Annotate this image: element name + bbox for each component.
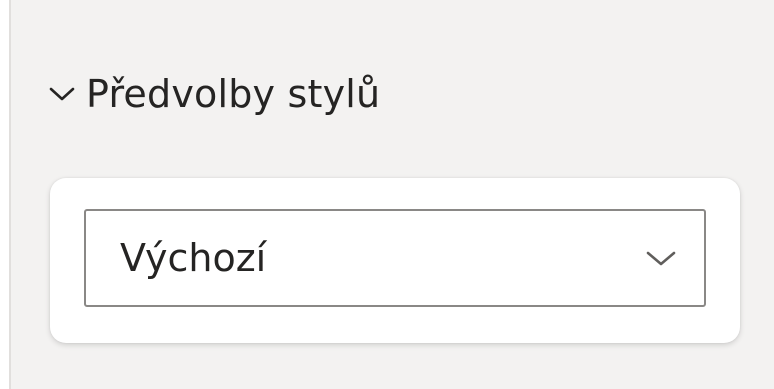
dropdown-selected-value: Výchozí bbox=[120, 236, 267, 280]
chevron-down-icon[interactable] bbox=[48, 84, 76, 104]
chevron-down-icon[interactable] bbox=[644, 247, 678, 269]
style-presets-section-header[interactable]: Předvolby stylů bbox=[48, 64, 380, 124]
style-presets-title: Předvolby stylů bbox=[86, 72, 381, 116]
style-presets-card: Výchozí bbox=[50, 178, 740, 343]
format-pane: Předvolby stylů Výchozí bbox=[0, 0, 774, 389]
style-preset-dropdown[interactable]: Výchozí bbox=[84, 209, 706, 307]
pane-divider bbox=[0, 0, 11, 389]
